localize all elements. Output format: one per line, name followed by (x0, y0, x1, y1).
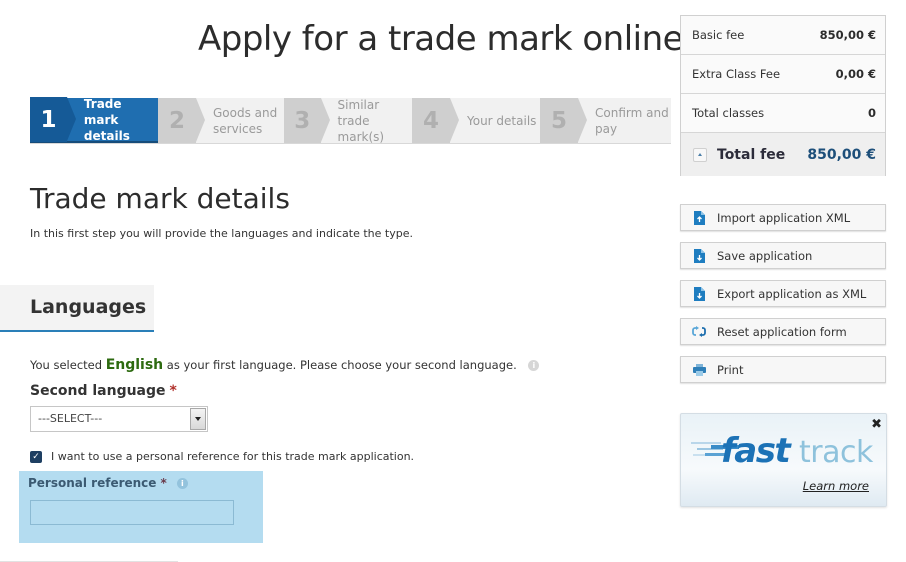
print-icon (692, 363, 706, 377)
section-description: In this first step you will provide the … (30, 227, 413, 240)
save-application-button[interactable]: Save application (680, 242, 886, 269)
personal-reference-input[interactable] (30, 500, 234, 525)
step-label: Similar trade mark(s) (337, 97, 385, 144)
fast-track-logo: fast track (691, 431, 874, 471)
svg-text:fast: fast (721, 431, 792, 471)
section-title: Trade mark details (30, 182, 290, 215)
required-marker: * (160, 476, 167, 490)
fee-summary-panel: Basic fee 850,00 € Extra Class Fee 0,00 € … (680, 15, 886, 176)
total-fee-label: Total fee (717, 146, 786, 163)
step-confirm-and-pay[interactable]: 5 Confirm and pay (540, 98, 671, 143)
fee-total-row: Total fee 850,00 € (681, 133, 885, 176)
step-number: 5 (540, 98, 587, 143)
fee-row-extra-class: Extra Class Fee 0,00 € (681, 55, 885, 94)
step-label: Your details (467, 113, 537, 128)
step-trade-mark-details[interactable]: 1 Trade mark details (30, 96, 158, 143)
languages-tab[interactable]: Languages (0, 285, 154, 332)
personal-reference-panel: Personal reference * i (19, 471, 263, 543)
step-similar-trade-marks[interactable]: 3 Similar trade mark(s) (284, 97, 412, 144)
personal-reference-checkbox[interactable]: ✓ (30, 450, 42, 463)
collapse-toggle-icon[interactable] (693, 147, 707, 162)
svg-text:track: track (799, 435, 874, 470)
personal-reference-label: Personal reference * i (28, 476, 188, 490)
progress-stepper: 1 Trade mark details 2 Goods and services … (30, 96, 671, 144)
first-language: English (105, 357, 164, 373)
fee-row-basic: Basic fee 850,00 € (681, 16, 885, 55)
reset-application-form-button[interactable]: Reset application form (680, 318, 886, 345)
second-language-select[interactable]: ---SELECT--- (30, 406, 208, 432)
required-marker: * (169, 383, 177, 399)
step-number: 4 (412, 98, 459, 143)
import-application-xml-button[interactable]: Import application XML (680, 204, 886, 231)
step-label: Goods and services (213, 105, 278, 136)
step-goods-and-services[interactable]: 2 Goods and services (158, 98, 284, 143)
save-file-icon (692, 248, 706, 263)
import-file-icon (692, 210, 706, 225)
chevron-down-icon[interactable] (190, 408, 206, 430)
step-label: Trade mark details (83, 96, 130, 143)
info-icon[interactable]: i (528, 360, 540, 371)
info-icon[interactable]: i (176, 478, 188, 489)
learn-more-link[interactable]: Learn more (803, 479, 869, 493)
personal-reference-checkbox-row[interactable]: ✓ I want to use a personal reference for… (30, 450, 414, 463)
fast-track-banner[interactable]: ✖ fast track Learn more (680, 413, 887, 507)
step-number: 3 (284, 98, 329, 143)
second-language-label: Second language * (30, 383, 177, 399)
step-number: 1 (30, 97, 76, 142)
fee-row-total-classes: Total classes 0 (681, 94, 885, 133)
export-file-icon (692, 286, 706, 301)
step-label: Confirm and pay (595, 105, 669, 136)
language-info-text: You selected English as your first langu… (30, 357, 540, 373)
reset-icon (692, 325, 706, 339)
page-title: Apply for a trade mark online (198, 19, 684, 59)
total-fee-value: 850,00 € (807, 146, 876, 163)
checkbox-label: I want to use a personal reference for t… (51, 450, 415, 463)
step-number: 2 (158, 98, 205, 143)
application-actions: Import application XML Save application … (680, 204, 886, 394)
print-button[interactable]: Print (680, 356, 886, 383)
step-your-details[interactable]: 4 Your details (412, 98, 540, 143)
export-application-xml-button[interactable]: Export application as XML (680, 280, 886, 307)
